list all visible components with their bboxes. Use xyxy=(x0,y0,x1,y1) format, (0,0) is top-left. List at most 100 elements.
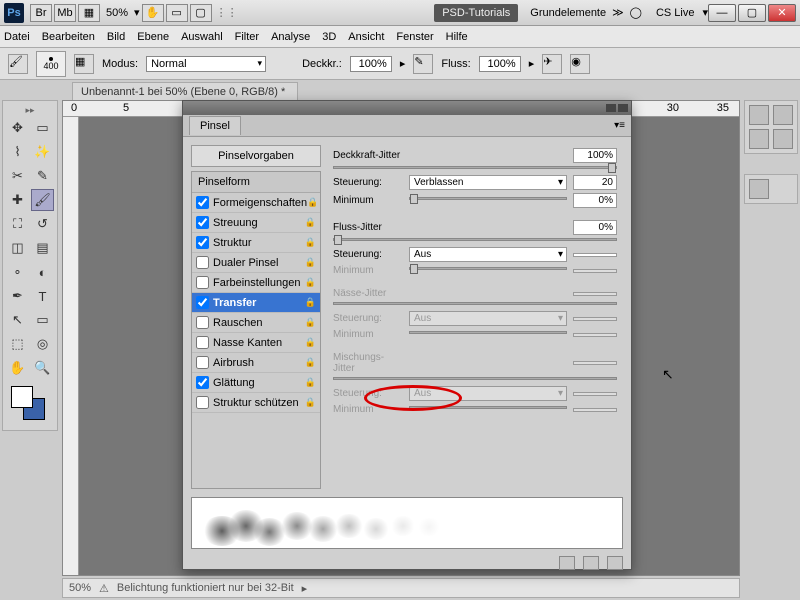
panel-icon[interactable] xyxy=(773,105,793,125)
lock-icon[interactable]: 🔒 xyxy=(305,377,316,388)
menu-hilfe[interactable]: Hilfe xyxy=(446,31,468,43)
type-tool[interactable]: T xyxy=(31,285,54,307)
workspace-alt[interactable]: Grundelemente xyxy=(524,4,612,22)
panel-menu-icon[interactable]: ▾≡ xyxy=(614,120,625,131)
opacity-control-select[interactable]: Verblassen xyxy=(409,175,567,190)
collapse-icon[interactable] xyxy=(606,104,616,112)
path-tool[interactable]: ↖ xyxy=(6,309,29,331)
gradient-tool[interactable]: ▤ xyxy=(31,237,54,259)
color-swatches[interactable] xyxy=(11,386,51,426)
opacity-jitter-slider[interactable] xyxy=(333,166,617,169)
minimum-value[interactable]: 0% xyxy=(573,193,617,208)
hand-tool[interactable]: ✋ xyxy=(6,357,29,379)
minimize-button[interactable]: — xyxy=(708,4,736,22)
tool-preset-icon[interactable]: 🖌 xyxy=(8,54,28,74)
panel-header[interactable] xyxy=(183,101,631,115)
camera-tool[interactable]: ◎ xyxy=(31,333,54,355)
history-brush-tool[interactable]: ↺ xyxy=(31,213,54,235)
bridge-icon[interactable]: Br xyxy=(30,4,52,22)
panel-icon[interactable] xyxy=(773,129,793,149)
lock-icon[interactable]: 🔒 xyxy=(305,297,316,308)
marquee-tool[interactable]: ▭ xyxy=(31,117,54,139)
foreground-color[interactable] xyxy=(11,386,33,408)
tab-pinsel[interactable]: Pinsel xyxy=(189,116,241,135)
panel-group-2[interactable] xyxy=(744,174,798,204)
flow-jitter-slider[interactable] xyxy=(333,238,617,241)
chevron-icon[interactable]: ▸ xyxy=(400,57,406,70)
airbrush-icon[interactable]: ✈ xyxy=(542,54,562,74)
opacity-control-value[interactable]: 20 xyxy=(573,175,617,190)
trash-icon[interactable] xyxy=(607,556,623,570)
menu-fenster[interactable]: Fenster xyxy=(396,31,433,43)
lock-icon[interactable]: 🔒 xyxy=(305,357,316,368)
panel-icon[interactable] xyxy=(749,179,769,199)
flow-control-select[interactable]: Aus xyxy=(409,247,567,262)
brush-shape-header[interactable]: Pinselform xyxy=(192,172,320,193)
menu-bearbeiten[interactable]: Bearbeiten xyxy=(42,31,95,43)
menu-ebene[interactable]: Ebene xyxy=(137,31,169,43)
opt-struktur[interactable]: Struktur🔒 xyxy=(192,233,320,253)
dodge-tool[interactable]: ◐ xyxy=(31,261,54,283)
opt-glaettung[interactable]: Glättung🔒 xyxy=(192,373,320,393)
workspace-button[interactable]: PSD-Tutorials xyxy=(434,4,518,22)
opt-formeigenschaften[interactable]: Formeigenschaften🔒 xyxy=(192,193,320,213)
opt-rauschen[interactable]: Rauschen🔒 xyxy=(192,313,320,333)
maximize-button[interactable]: ▢ xyxy=(738,4,766,22)
menu-datei[interactable]: Datei xyxy=(4,31,30,43)
close-icon[interactable] xyxy=(618,104,628,112)
eraser-tool[interactable]: ◫ xyxy=(6,237,29,259)
panel-icon[interactable] xyxy=(749,129,769,149)
zoom-display[interactable]: 50% xyxy=(106,7,128,19)
chevron-icon[interactable]: ▸ xyxy=(302,582,308,595)
heal-tool[interactable]: ✚ xyxy=(6,189,29,211)
opt-streuung[interactable]: Streuung🔒 xyxy=(192,213,320,233)
mode-select[interactable]: Normal xyxy=(146,56,266,72)
opt-dualer-pinsel[interactable]: Dualer Pinsel🔒 xyxy=(192,253,320,273)
lock-icon[interactable]: 🔒 xyxy=(305,257,316,268)
wand-tool[interactable]: ✨ xyxy=(31,141,54,163)
menu-3d[interactable]: 3D xyxy=(322,31,336,43)
minibridge-icon[interactable]: Mb xyxy=(54,4,76,22)
presets-button[interactable]: Pinselvorgaben xyxy=(191,145,321,167)
pen-tool[interactable]: ✒ xyxy=(6,285,29,307)
lock-icon[interactable]: 🔒 xyxy=(307,197,318,208)
opt-transfer[interactable]: Transfer🔒 xyxy=(192,293,320,313)
panel-group-1[interactable] xyxy=(744,100,798,154)
move-tool[interactable]: ✥ xyxy=(6,117,29,139)
menu-analyse[interactable]: Analyse xyxy=(271,31,310,43)
extras-icon[interactable]: ▦ xyxy=(78,4,100,22)
toggle-icon[interactable] xyxy=(559,556,575,570)
chevron-down-icon[interactable]: ▾ xyxy=(134,6,140,19)
zoom-tool[interactable]: 🔍 xyxy=(31,357,54,379)
opacity-jitter-value[interactable]: 100% xyxy=(573,148,617,163)
collapse-icon[interactable]: ▸▸ xyxy=(5,105,55,116)
lock-icon[interactable]: 🔒 xyxy=(305,217,316,228)
tablet-size-icon[interactable]: ◉ xyxy=(570,54,590,74)
flow-jitter-value[interactable]: 0% xyxy=(573,220,617,235)
cslive-icon[interactable]: ◯ xyxy=(630,6,642,19)
brush-panel-icon[interactable]: ▦ xyxy=(74,54,94,74)
menu-bild[interactable]: Bild xyxy=(107,31,125,43)
chevron-icon[interactable]: ▸ xyxy=(529,57,535,70)
brush-preview[interactable]: 400 xyxy=(36,51,66,77)
lock-icon[interactable]: 🔒 xyxy=(305,397,316,408)
opacity-input[interactable]: 100% xyxy=(350,56,392,72)
panel-icon[interactable] xyxy=(749,105,769,125)
opt-struktur-schuetzen[interactable]: Struktur schützen🔒 xyxy=(192,393,320,413)
shape-tool[interactable]: ▭ xyxy=(31,309,54,331)
lasso-tool[interactable]: ⌇ xyxy=(6,141,29,163)
flow-control-value[interactable] xyxy=(573,253,617,257)
lock-icon[interactable]: 🔒 xyxy=(305,337,316,348)
opt-nasse-kanten[interactable]: Nasse Kanten🔒 xyxy=(192,333,320,353)
new-preset-icon[interactable] xyxy=(583,556,599,570)
document-tab[interactable]: Unbenannt-1 bei 50% (Ebene 0, RGB/8) * xyxy=(72,82,298,101)
lock-icon[interactable]: 🔒 xyxy=(305,237,316,248)
3d-tool[interactable]: ⬚ xyxy=(6,333,29,355)
menu-ansicht[interactable]: Ansicht xyxy=(348,31,384,43)
lock-icon[interactable]: 🔒 xyxy=(305,277,316,288)
more-icon[interactable]: ≫ xyxy=(612,6,624,19)
opt-farbeinstellungen[interactable]: Farbeinstellungen🔒 xyxy=(192,273,320,293)
eyedropper-tool[interactable]: ✎ xyxy=(31,165,54,187)
opt-airbrush[interactable]: Airbrush🔒 xyxy=(192,353,320,373)
stamp-tool[interactable]: ⛶ xyxy=(6,213,29,235)
